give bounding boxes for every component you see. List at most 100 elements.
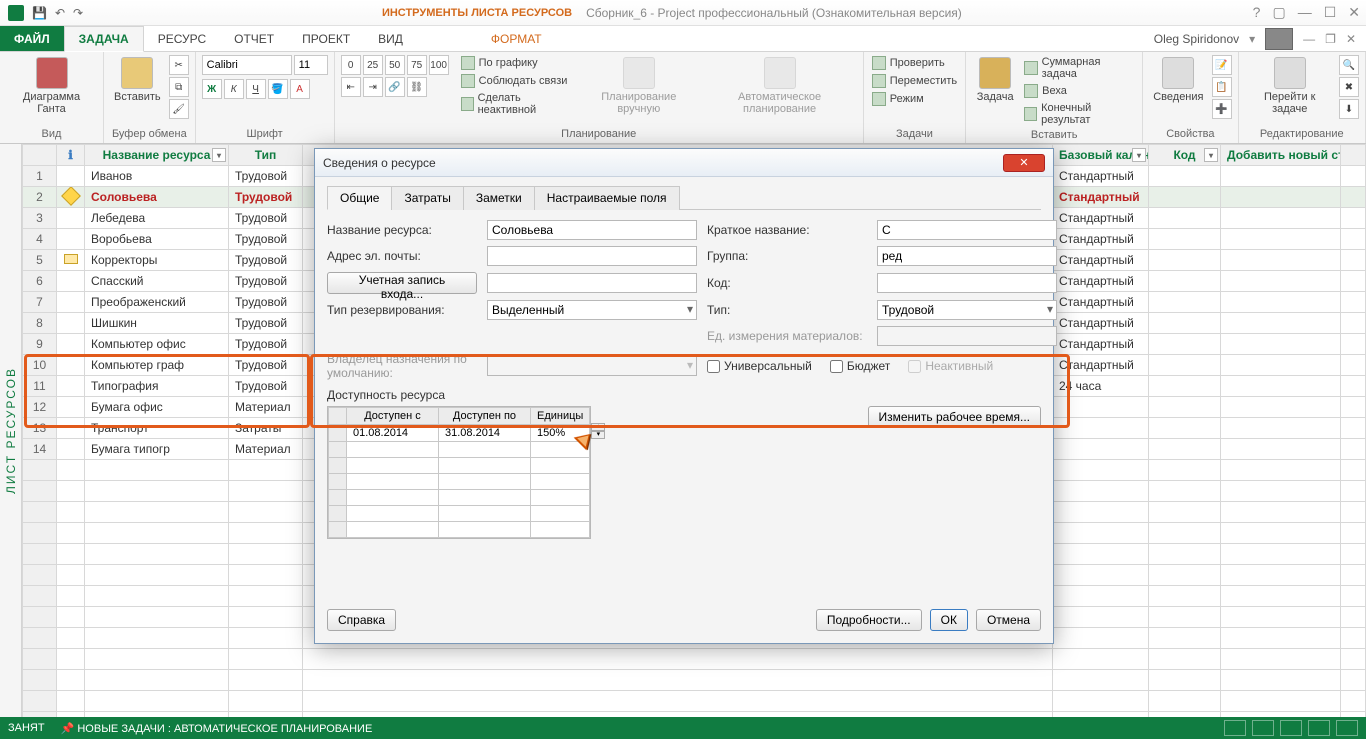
row-number[interactable]: 1 <box>23 166 57 187</box>
calendar-cell[interactable] <box>1053 418 1149 439</box>
mode-button[interactable]: Режим <box>870 91 959 107</box>
login-input[interactable] <box>487 273 697 293</box>
information-button[interactable]: Сведения <box>1149 55 1207 105</box>
pct100-button[interactable]: 100 <box>429 55 449 75</box>
code-cell[interactable] <box>1149 166 1221 187</box>
gantt-chart-button[interactable]: Диаграмма Ганта <box>6 55 97 117</box>
user-dropdown-icon[interactable]: ▾ <box>1249 32 1255 46</box>
save-icon[interactable]: 💾 <box>32 6 47 20</box>
notes-button[interactable]: 📝 <box>1212 55 1232 75</box>
on-schedule-button[interactable]: По графику <box>459 55 576 71</box>
code-cell[interactable] <box>1149 292 1221 313</box>
pct75-button[interactable]: 75 <box>407 55 427 75</box>
pct50-button[interactable]: 50 <box>385 55 405 75</box>
row-number[interactable]: 9 <box>23 334 57 355</box>
name-cell[interactable]: Компьютер граф <box>85 355 229 376</box>
row-number[interactable]: 10 <box>23 355 57 376</box>
type-cell[interactable]: Трудовой <box>229 355 303 376</box>
auto-schedule-button[interactable]: Автоматическое планирование <box>702 55 856 117</box>
row-number[interactable]: 12 <box>23 397 57 418</box>
avail-to-cell[interactable]: 31.08.2014 <box>439 425 531 442</box>
table-row-empty[interactable] <box>23 691 1366 712</box>
code-cell[interactable] <box>1149 208 1221 229</box>
undo-icon[interactable]: ↶ <box>55 6 65 20</box>
type-cell[interactable]: Трудовой <box>229 313 303 334</box>
font-size-select[interactable]: 11 <box>294 55 328 75</box>
copy-button[interactable]: ⧉ <box>169 77 189 97</box>
task-insert-button[interactable]: Задача <box>972 55 1018 105</box>
change-working-time-button[interactable]: Изменить рабочее время... <box>868 406 1042 428</box>
type-cell[interactable]: Трудовой <box>229 166 303 187</box>
addcol-cell[interactable] <box>1221 439 1341 460</box>
tab-notes[interactable]: Заметки <box>463 186 535 210</box>
view-shortcut-5[interactable] <box>1336 720 1358 736</box>
ok-button[interactable]: ОК <box>930 609 968 631</box>
tab-project[interactable]: ПРОЕКТ <box>288 26 364 51</box>
addcol-cell[interactable] <box>1221 313 1341 334</box>
avail-from-cell[interactable]: 01.08.2014 <box>347 425 439 442</box>
milestone-button[interactable]: Веха <box>1022 83 1136 99</box>
name-cell[interactable]: Иванов <box>85 166 229 187</box>
type-cell[interactable]: Трудовой <box>229 271 303 292</box>
row-number[interactable]: 13 <box>23 418 57 439</box>
manual-schedule-button[interactable]: Планирование вручную <box>579 55 698 117</box>
font-name-select[interactable]: Calibri <box>202 55 292 75</box>
minimize-icon[interactable]: — <box>1298 4 1312 21</box>
row-number[interactable]: 11 <box>23 376 57 397</box>
group-input[interactable] <box>877 246 1057 266</box>
help-icon[interactable]: ? <box>1253 4 1261 21</box>
code-cell[interactable] <box>1149 397 1221 418</box>
app-icon[interactable] <box>8 5 24 21</box>
addcol-cell[interactable] <box>1221 397 1341 418</box>
generic-checkbox[interactable]: Универсальный <box>707 359 812 373</box>
italic-button[interactable]: К <box>224 79 244 99</box>
dialog-close-button[interactable]: ✕ <box>1003 154 1045 172</box>
type-cell[interactable]: Трудовой <box>229 376 303 397</box>
addcol-cell[interactable] <box>1221 418 1341 439</box>
addcol-cell[interactable] <box>1221 250 1341 271</box>
cancel-button[interactable]: Отмена <box>976 609 1041 631</box>
summary-task-button[interactable]: Суммарная задача <box>1022 55 1136 81</box>
clear-button[interactable]: ✖ <box>1339 77 1359 97</box>
dialog-titlebar[interactable]: Сведения о ресурсе ✕ <box>315 149 1053 177</box>
row-number[interactable]: 2 <box>23 187 57 208</box>
filter-icon[interactable]: ▾ <box>1132 148 1146 162</box>
tab-resource[interactable]: РЕСУРС <box>144 26 220 51</box>
code-header[interactable]: Код▾ <box>1149 145 1221 166</box>
add-col-header[interactable]: Добавить новый столбец <box>1221 145 1341 166</box>
login-button[interactable]: Учетная запись входа... <box>327 272 477 294</box>
format-painter-button[interactable]: 🖌 <box>169 99 189 119</box>
user-name[interactable]: Oleg Spiridonov <box>1154 32 1239 46</box>
code-cell[interactable] <box>1149 187 1221 208</box>
tab-report[interactable]: ОТЧЕТ <box>220 26 288 51</box>
view-shortcut-2[interactable] <box>1252 720 1274 736</box>
calendar-cell[interactable]: Стандартный <box>1053 229 1149 250</box>
name-cell[interactable]: Соловьева <box>85 187 229 208</box>
help-button[interactable]: Справка <box>327 609 396 631</box>
code-cell[interactable] <box>1149 250 1221 271</box>
code-cell[interactable] <box>1149 439 1221 460</box>
avail-units-header[interactable]: Единицы <box>531 408 590 425</box>
email-input[interactable] <box>487 246 697 266</box>
code-input[interactable] <box>877 273 1057 293</box>
addcol-cell[interactable] <box>1221 355 1341 376</box>
tab-costs[interactable]: Затраты <box>391 186 463 210</box>
name-cell[interactable]: Типография <box>85 376 229 397</box>
calendar-cell[interactable] <box>1053 397 1149 418</box>
calendar-cell[interactable]: Стандартный <box>1053 166 1149 187</box>
calendar-cell[interactable]: Стандартный <box>1053 250 1149 271</box>
type-select[interactable] <box>877 300 1057 320</box>
tab-custom[interactable]: Настраиваемые поля <box>534 186 680 210</box>
addcol-cell[interactable] <box>1221 334 1341 355</box>
row-number[interactable]: 6 <box>23 271 57 292</box>
unlink-button[interactable]: ⛓ <box>407 77 427 97</box>
name-input[interactable] <box>487 220 697 240</box>
tab-task[interactable]: ЗАДАЧА <box>64 26 144 52</box>
row-number[interactable]: 4 <box>23 229 57 250</box>
code-cell[interactable] <box>1149 376 1221 397</box>
table-row-empty[interactable] <box>23 649 1366 670</box>
code-cell[interactable] <box>1149 418 1221 439</box>
close-icon[interactable]: ✕ <box>1348 4 1360 21</box>
filter-icon[interactable]: ▾ <box>212 148 226 162</box>
view-shortcut-1[interactable] <box>1224 720 1246 736</box>
